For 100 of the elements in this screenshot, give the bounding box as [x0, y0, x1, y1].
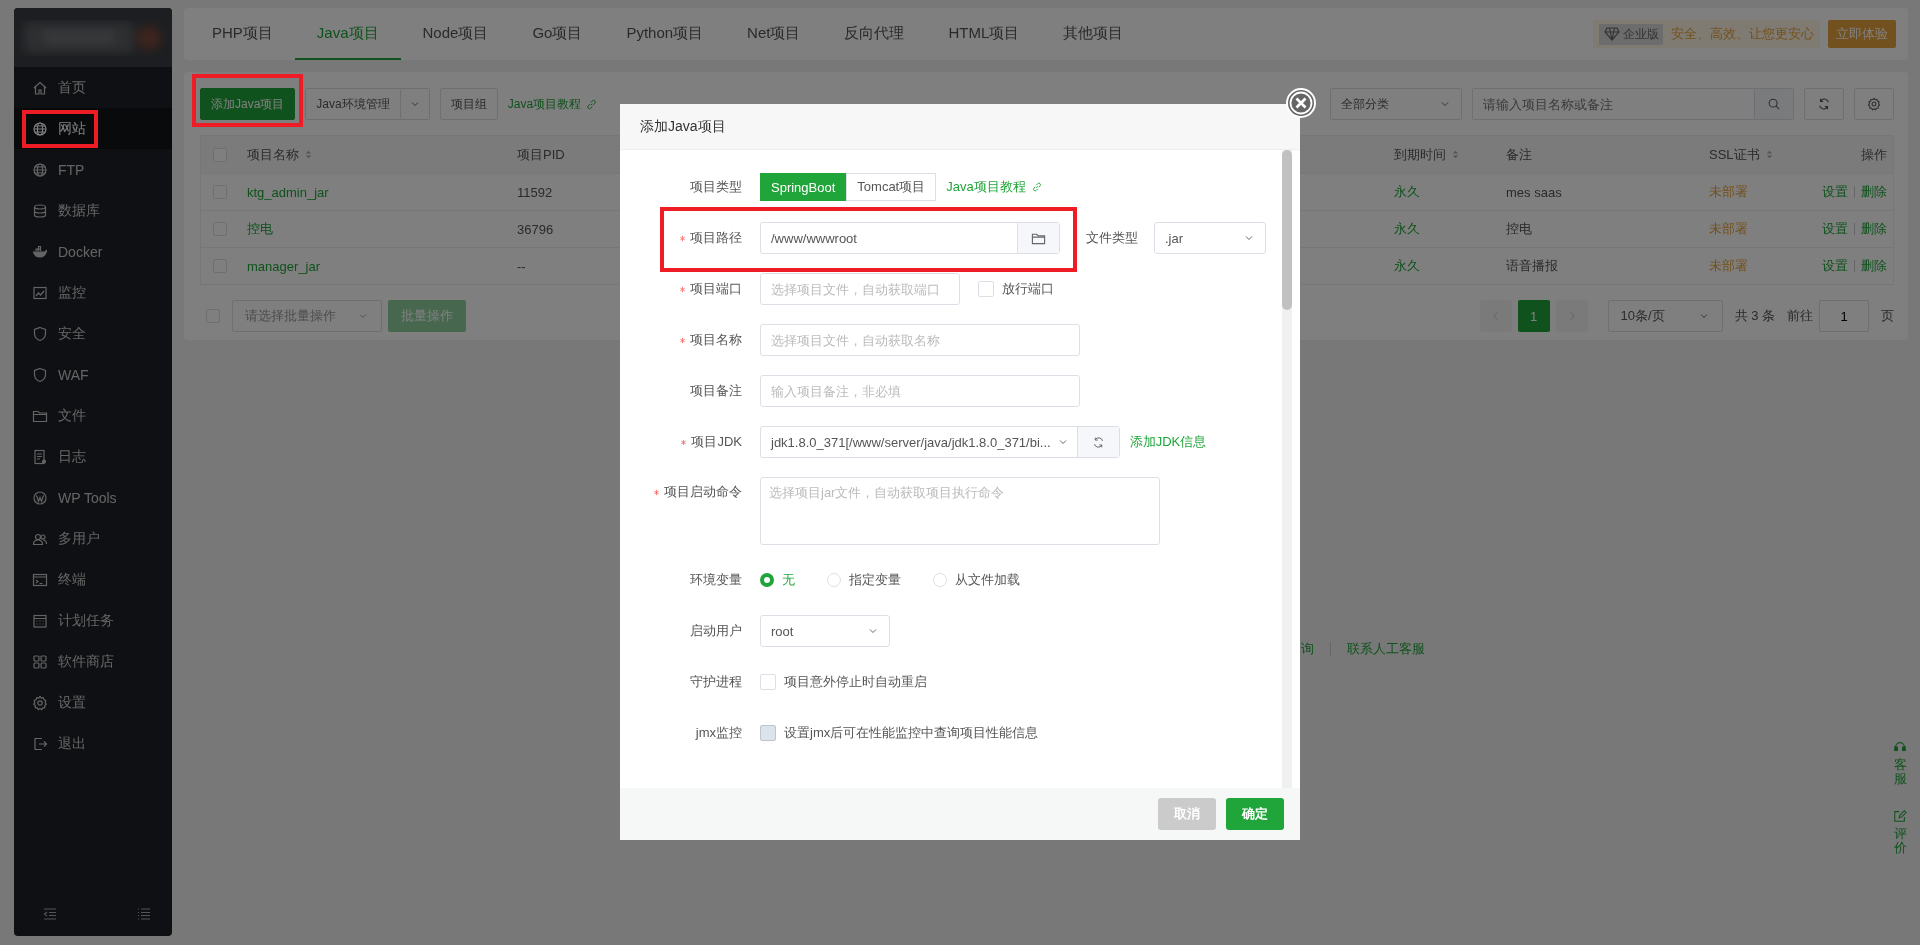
segment-tab[interactable]: SpringBoot [760, 173, 847, 201]
goto-label: 前往 [1787, 307, 1813, 325]
tab[interactable]: Python项目 [604, 8, 726, 60]
sidebar-item[interactable]: 日志 [14, 436, 172, 477]
refresh-button[interactable] [1804, 88, 1844, 120]
footer-link[interactable]: 询 [1301, 640, 1314, 658]
tab[interactable]: Go项目 [510, 8, 605, 60]
table-cell-text: 永久 [1393, 257, 1421, 275]
page-input[interactable]: 1 [1819, 300, 1869, 332]
project-link[interactable]: 控电 [241, 220, 511, 238]
sidebar-item[interactable]: 数据库 [14, 190, 172, 231]
sidebar-item[interactable]: 首页 [14, 67, 172, 108]
calendar-icon [32, 612, 48, 629]
field-label: 项目名称 [690, 331, 742, 349]
required-icon [680, 438, 688, 446]
sidebar-item[interactable]: WP Tools [14, 477, 172, 518]
tab[interactable]: 反向代理 [822, 8, 927, 60]
project-link[interactable]: ktg_admin_jar [241, 184, 511, 200]
action-link[interactable]: 删除 [1861, 257, 1887, 275]
headset-icon [1893, 740, 1907, 754]
field-label: 项目JDK [691, 433, 742, 451]
sidebar-item[interactable]: 终端 [14, 559, 172, 600]
tutorial-link[interactable]: Java项目教程 [507, 95, 599, 113]
tab[interactable]: PHP项目 [190, 8, 295, 60]
dialog-title: 添加Java项目 [620, 104, 1300, 150]
group-button[interactable]: 项目组 [439, 88, 498, 120]
sidebar-item[interactable]: 软件商店 [14, 641, 172, 682]
sidebar-item[interactable]: FTP [14, 149, 172, 190]
total-count: 共 3 条 [1734, 307, 1775, 325]
sidebar-item[interactable]: 安全 [14, 313, 172, 354]
radio-label: 无 [782, 571, 795, 589]
gear-icon [32, 694, 48, 711]
page-size-select[interactable]: 10条/页 [1607, 300, 1723, 332]
sidebar-item[interactable]: WAF [14, 354, 172, 395]
table-cell-text: -- [516, 258, 527, 274]
tab[interactable]: Java项目 [294, 8, 401, 60]
command-field[interactable]: 选择项目jar文件，自动获取项目执行命令 [760, 477, 1160, 545]
field-label: jmx监控 [695, 724, 742, 742]
tab[interactable]: Node项目 [400, 8, 511, 60]
tab[interactable]: Net项目 [725, 8, 823, 60]
circle-logo-icon [32, 489, 48, 506]
table-cell-text: mes saas [1505, 184, 1563, 200]
shield-icon [32, 366, 48, 383]
close-icon [1289, 91, 1313, 115]
action-link[interactable]: 删除 [1861, 183, 1887, 201]
sidebar-item[interactable]: 退出 [14, 723, 172, 764]
settings-button[interactable] [1854, 88, 1894, 120]
sidebar-item[interactable]: 文件 [14, 395, 172, 436]
table-cell-text: 11592 [516, 184, 554, 200]
status-text: 未部署 [1708, 220, 1749, 238]
segment-tab[interactable]: Tomcat项目 [846, 173, 937, 201]
status-text: 未部署 [1708, 257, 1749, 275]
tab[interactable]: HTML项目 [926, 8, 1042, 60]
link-icon [585, 97, 599, 111]
table-cell-text: 语音播报 [1505, 257, 1559, 275]
checkbox-label: 项目意外停止时自动重启 [784, 673, 927, 691]
globe-icon [32, 120, 48, 137]
checkbox[interactable] [978, 281, 994, 297]
sidebar-item[interactable]: 监控 [14, 272, 172, 313]
jdk-select[interactable]: jdk1.8.0_371[/www/server/java/jdk1.8.0_371/bi... [760, 426, 1120, 458]
radio-button[interactable] [760, 573, 774, 587]
footer-link[interactable]: 联系人工客服 [1347, 640, 1425, 658]
try-button[interactable]: 立即体验 [1828, 20, 1896, 48]
home-icon [32, 79, 48, 96]
sidebar-item[interactable]: 设置 [14, 682, 172, 723]
side-button[interactable]: 客服 [1893, 740, 1907, 787]
terminal-icon [32, 571, 48, 588]
field-label: 项目端口 [690, 280, 742, 298]
text-field[interactable]: 选择项目文件，自动获取名称 [760, 324, 1080, 356]
file-type-select[interactable]: .jar [1154, 222, 1266, 254]
required-icon [679, 234, 686, 242]
text-field[interactable]: 输入项目备注，非必填 [760, 375, 1080, 407]
search-field[interactable]: 请输入项目名称或备注 [1472, 88, 1794, 120]
column-header: 项目PID [517, 145, 565, 164]
action-link[interactable]: 设置 [1822, 257, 1848, 275]
required-icon [653, 488, 660, 496]
add-project-button[interactable]: 添加Java项目 [200, 88, 296, 120]
confirm-button[interactable]: 确定 [1226, 798, 1284, 830]
action-link[interactable]: 设置 [1822, 220, 1848, 238]
path-field[interactable]: /www/wwwroot [760, 222, 1060, 254]
sidebar-item[interactable]: 多用户 [14, 518, 172, 559]
sidebar-item[interactable]: 计划任务 [14, 600, 172, 641]
tab[interactable]: 其他项目 [1041, 8, 1146, 60]
column-header: 到期时间 [1394, 145, 1446, 164]
add-jdk-link[interactable]: 添加JDK信息 [1129, 433, 1207, 451]
action-link[interactable]: 设置 [1822, 183, 1848, 201]
page-button[interactable]: 1 [1517, 300, 1550, 332]
action-link[interactable]: 删除 [1861, 220, 1887, 238]
category-select[interactable]: 全部分类 [1330, 88, 1462, 120]
project-link[interactable]: manager_jar [241, 258, 511, 274]
list-icon [136, 906, 152, 922]
user-select[interactable]: root [760, 615, 890, 647]
sidebar-item[interactable]: Docker [14, 231, 172, 272]
sidebar-item[interactable]: 网站 [14, 108, 172, 149]
side-button[interactable]: 评价 [1893, 808, 1907, 856]
required-icon [679, 285, 686, 293]
tutorial-link[interactable]: Java项目教程 [946, 178, 1043, 196]
checkbox[interactable] [760, 674, 776, 690]
port-field[interactable]: 选择项目文件，自动获取端口 [760, 273, 960, 305]
refresh-icon [1091, 435, 1105, 449]
